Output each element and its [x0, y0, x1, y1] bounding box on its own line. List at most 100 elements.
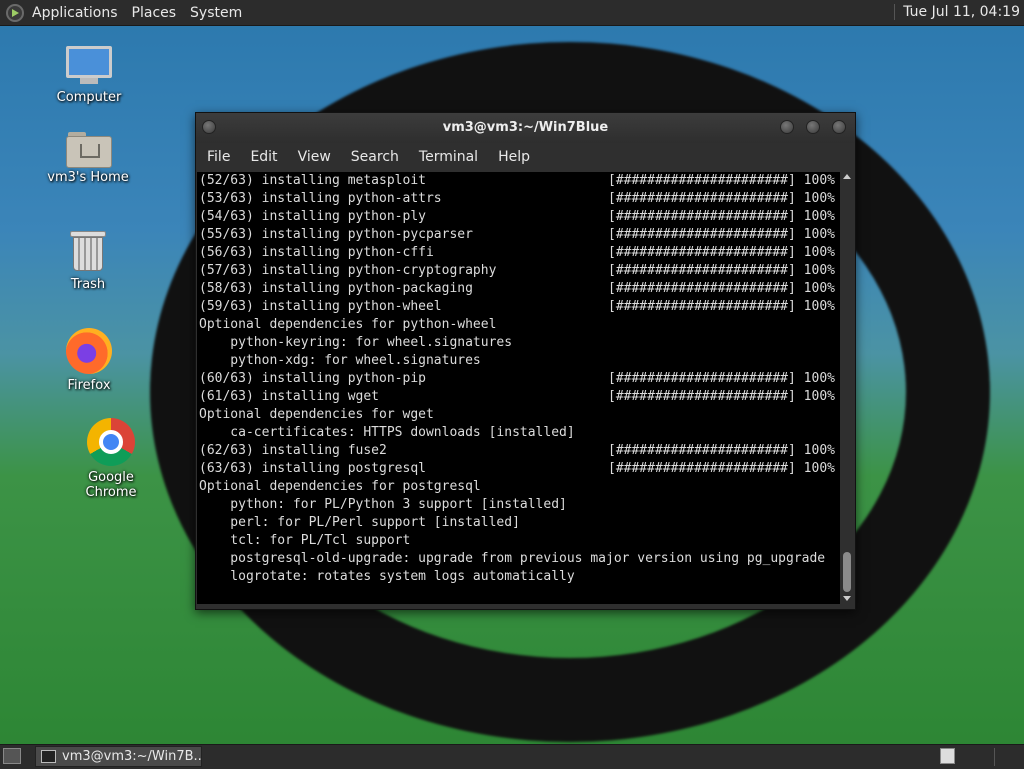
terminal-line: (60/63) installing python-pip [##########…: [197, 370, 840, 388]
menu-view[interactable]: View: [298, 149, 331, 165]
terminal-line: Optional dependencies for python-wheel: [197, 316, 840, 334]
menu-places[interactable]: Places: [132, 5, 177, 21]
desktop-icon-home[interactable]: vm3's Home: [38, 130, 138, 185]
desktop-icon-label: Computer: [56, 90, 122, 105]
terminal-line-text: (62/63) installing fuse2: [199, 443, 387, 458]
desktop-icon-firefox[interactable]: Firefox: [39, 328, 139, 393]
clock[interactable]: Tue Jul 11, 04:19: [894, 4, 1020, 20]
maximize-icon[interactable]: [806, 120, 820, 134]
terminal-line: python-xdg: for wheel.signatures: [197, 352, 840, 370]
terminal-line-text: (52/63) installing metasploit: [199, 173, 426, 188]
mate-logo-icon[interactable]: [6, 3, 24, 22]
taskbar-terminal-button[interactable]: vm3@vm3:~/Win7B...: [35, 746, 202, 767]
terminal-line: (54/63) installing python-ply [##########…: [197, 208, 840, 226]
desktop-icon-label: Firefox: [67, 378, 111, 393]
panel-divider: [994, 748, 995, 766]
computer-icon: [66, 46, 112, 86]
terminal-line: (55/63) installing python-pycparser [####…: [197, 226, 840, 244]
close-icon[interactable]: [832, 120, 846, 134]
terminal-line: perl: for PL/Perl support [installed]: [197, 514, 840, 532]
progress-bar-text: [######################] 100%: [608, 299, 835, 314]
terminal-line-text: (63/63) installing postgresql: [199, 461, 426, 476]
terminal-line: ca-certificates: HTTPS downloads [instal…: [197, 424, 840, 442]
progress-bar-text: [######################] 100%: [608, 173, 835, 188]
terminal-line: (53/63) installing python-attrs [########…: [197, 190, 840, 208]
terminal-line-text: python-xdg: for wheel.signatures: [199, 353, 481, 368]
scroll-down-icon[interactable]: [843, 596, 851, 601]
terminal-line: (52/63) installing metasploit [##########…: [197, 172, 840, 190]
menu-applications[interactable]: Applications: [32, 5, 118, 21]
menu-terminal[interactable]: Terminal: [419, 149, 478, 165]
desktop-icon-label: vm3's Home: [47, 170, 129, 185]
desktop-icon-chrome[interactable]: Google Chrome: [61, 418, 161, 500]
firefox-icon: [66, 328, 112, 374]
scrollbar-thumb[interactable]: [843, 552, 851, 592]
terminal-line: (63/63) installing postgresql [##########…: [197, 460, 840, 478]
progress-bar-text: [######################] 100%: [608, 245, 835, 260]
terminal-line-text: python: for PL/Python 3 support [install…: [199, 497, 567, 512]
terminal-line-text: (56/63) installing python-cffi: [199, 245, 434, 260]
terminal-line: tcl: for PL/Tcl support: [197, 532, 840, 550]
terminal-window[interactable]: vm3@vm3:~/Win7Blue File Edit View Search…: [195, 112, 856, 610]
desktop-icon-label: Trash: [70, 277, 106, 292]
terminal-line-text: Optional dependencies for python-wheel: [199, 317, 497, 332]
terminal-titlebar[interactable]: vm3@vm3:~/Win7Blue: [196, 113, 855, 143]
menu-system[interactable]: System: [190, 5, 242, 21]
terminal-line: python-keyring: for wheel.signatures: [197, 334, 840, 352]
terminal-line-text: ca-certificates: HTTPS downloads [instal…: [199, 425, 575, 440]
terminal-line-text: postgresql-old-upgrade: upgrade from pre…: [199, 551, 826, 566]
home-folder-icon: [66, 130, 112, 168]
terminal-line-text: perl: for PL/Perl support [installed]: [199, 515, 520, 530]
terminal-title: vm3@vm3:~/Win7Blue: [442, 120, 609, 135]
terminal-line-text: logrotate: rotates system logs automatic…: [199, 569, 575, 584]
terminal-scrollbar[interactable]: [841, 172, 853, 604]
taskbar-label: vm3@vm3:~/Win7B...: [62, 749, 202, 764]
desktop-icon-label: Google Chrome: [85, 470, 137, 500]
terminal-line: (56/63) installing python-cffi [#########…: [197, 244, 840, 262]
terminal-line-text: (54/63) installing python-ply: [199, 209, 426, 224]
terminal-menubar: File Edit View Search Terminal Help: [196, 143, 855, 171]
show-desktop-icon[interactable]: [3, 748, 21, 764]
terminal-line-text: (55/63) installing python-pycparser: [199, 227, 473, 242]
progress-bar-text: [######################] 100%: [608, 443, 835, 458]
workspace-switcher[interactable]: [940, 748, 955, 764]
desktop-icon-trash[interactable]: Trash: [38, 229, 138, 292]
terminal-line: (58/63) installing python-packaging [####…: [197, 280, 840, 298]
terminal-line-text: Optional dependencies for postgresql: [199, 479, 481, 494]
terminal-line-text: (59/63) installing python-wheel: [199, 299, 442, 314]
window-menu-icon[interactable]: [202, 120, 216, 134]
desktop-icon-computer[interactable]: Computer: [39, 46, 139, 105]
terminal-line: Optional dependencies for postgresql: [197, 478, 840, 496]
menu-help[interactable]: Help: [498, 149, 530, 165]
terminal-icon: [41, 750, 56, 763]
terminal-line-text: (61/63) installing wget: [199, 389, 380, 404]
progress-bar-text: [######################] 100%: [608, 461, 835, 476]
terminal-line-text: tcl: for PL/Tcl support: [199, 533, 411, 548]
terminal-line: Optional dependencies for wget: [197, 406, 840, 424]
terminal-output[interactable]: (52/63) installing metasploit [##########…: [197, 172, 840, 604]
progress-bar-text: [######################] 100%: [608, 227, 835, 242]
progress-bar-text: [######################] 100%: [608, 371, 835, 386]
progress-bar-text: [######################] 100%: [608, 281, 835, 296]
terminal-line-text: (58/63) installing python-packaging: [199, 281, 473, 296]
progress-bar-text: [######################] 100%: [608, 389, 835, 404]
progress-bar-text: [######################] 100%: [608, 209, 835, 224]
trash-icon: [70, 229, 106, 273]
terminal-line: postgresql-old-upgrade: upgrade from pre…: [197, 550, 840, 568]
menu-edit[interactable]: Edit: [250, 149, 277, 165]
terminal-line-text: python-keyring: for wheel.signatures: [199, 335, 513, 350]
minimize-icon[interactable]: [780, 120, 794, 134]
terminal-line-text: Optional dependencies for wget: [199, 407, 434, 422]
terminal-line-text: (57/63) installing python-cryptography: [199, 263, 497, 278]
bottom-panel: vm3@vm3:~/Win7B...: [0, 744, 1024, 769]
top-panel: Applications Places System Tue Jul 11, 0…: [0, 0, 1024, 26]
progress-bar-text: [######################] 100%: [608, 191, 835, 206]
menu-search[interactable]: Search: [351, 149, 399, 165]
terminal-line: (59/63) installing python-wheel [########…: [197, 298, 840, 316]
progress-bar-text: [######################] 100%: [608, 263, 835, 278]
terminal-line: (61/63) installing wget [################…: [197, 388, 840, 406]
menu-file[interactable]: File: [207, 149, 230, 165]
terminal-line-text: (53/63) installing python-attrs: [199, 191, 442, 206]
scroll-up-icon[interactable]: [843, 174, 851, 179]
terminal-line: python: for PL/Python 3 support [install…: [197, 496, 840, 514]
